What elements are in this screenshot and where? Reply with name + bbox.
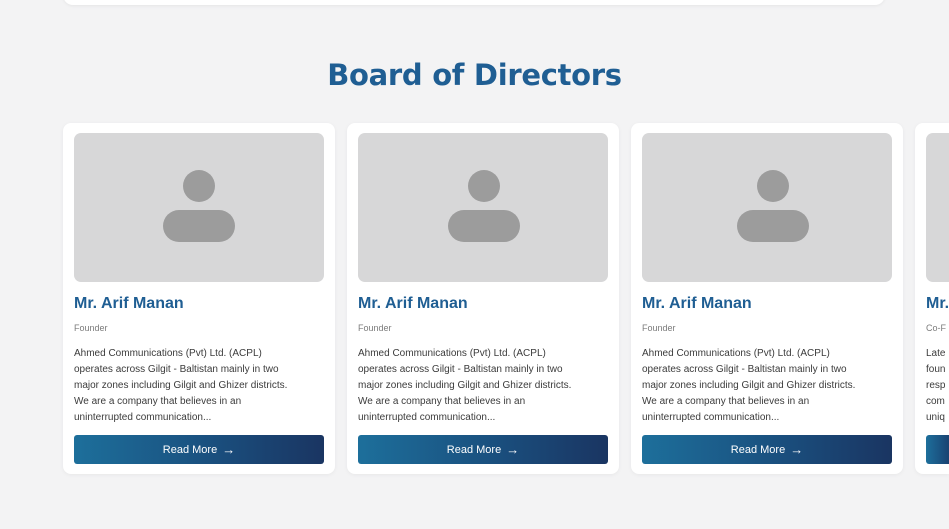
read-more-button[interactable]: Read More → [358,435,608,464]
director-description: Ahmed Communications (Pvt) Ltd. (ACPL) o… [358,348,572,423]
director-description: Ahmed Communications (Pvt) Ltd. (ACPL) o… [74,348,288,423]
director-photo-placeholder [358,133,608,282]
person-placeholder-icon [737,170,809,242]
previous-section-card [63,0,885,5]
director-card: Mr. Arif Manan Founder Ahmed Communicati… [63,123,335,474]
director-card: Mr. Arif Manan Founder Ahmed Communicati… [631,123,903,474]
read-more-button[interactable] [926,435,949,464]
arrow-right-icon: → [790,442,804,457]
director-name: Mr. Arif Manan [358,295,468,312]
director-photo-placeholder [642,133,892,282]
read-more-button[interactable]: Read More → [642,435,892,464]
arrow-right-icon: → [222,442,236,457]
director-role: Founder [642,323,676,333]
director-description: Late foun resp com uniq [926,348,946,423]
director-role: Founder [358,323,392,333]
director-role: Co-F [926,323,946,333]
read-more-button[interactable]: Read More → [74,435,324,464]
director-card: Mr. Arif Manan Founder Ahmed Communicati… [347,123,619,474]
director-name: Mr. Arif Manan [642,295,752,312]
person-placeholder-icon [448,170,520,242]
director-photo-placeholder [926,133,949,282]
read-more-label: Read More [730,443,786,456]
read-more-label: Read More [446,443,502,456]
director-name: Mr. Arif Manan [74,295,184,312]
read-more-label: Read More [162,443,218,456]
section-title: Board of Directors [327,58,622,92]
arrow-right-icon: → [506,442,520,457]
director-card: Mr. Co-F Late foun resp com uniq [915,123,949,474]
director-name: Mr. [926,295,949,312]
director-photo-placeholder [74,133,324,282]
director-role: Founder [74,323,108,333]
person-placeholder-icon [163,170,235,242]
director-description: Ahmed Communications (Pvt) Ltd. (ACPL) o… [642,348,856,423]
